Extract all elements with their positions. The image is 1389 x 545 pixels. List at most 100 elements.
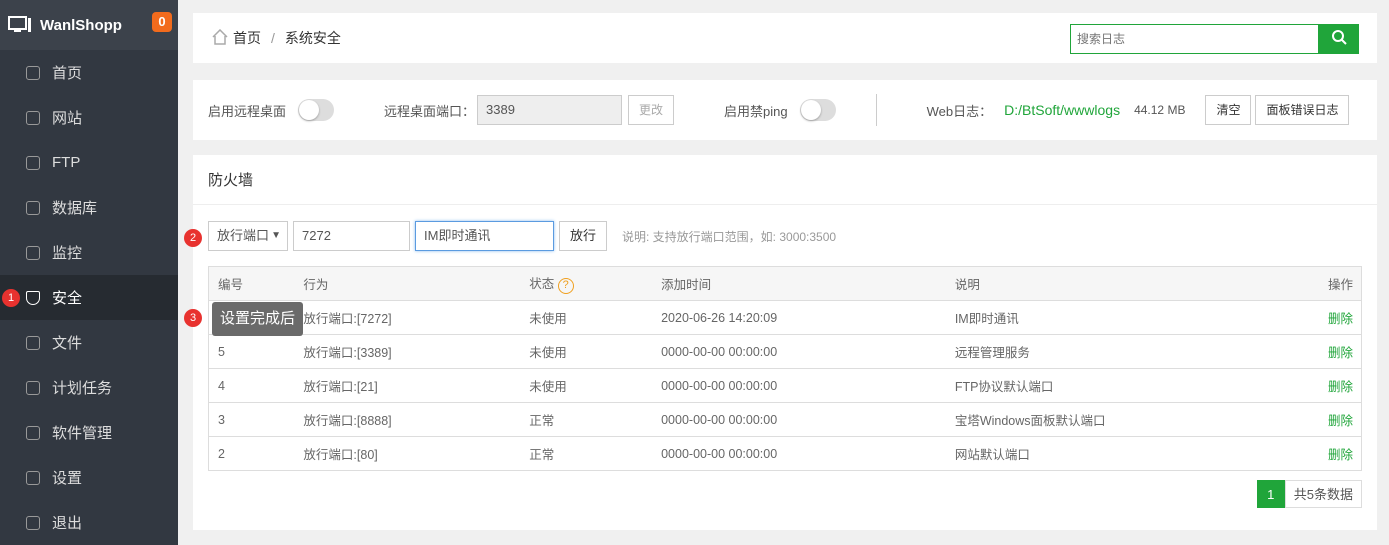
- table-row: 2 放行端口:[80] 正常 0000-00-00 00:00:00 网站默认端口 删除: [208, 436, 1362, 471]
- table-row: 4 放行端口:[21] 未使用 0000-00-00 00:00:00 FTP协议默认端…: [208, 368, 1362, 403]
- ping-toggle[interactable]: [799, 99, 836, 121]
- firewall-table: 编号 行为 状态 ? 添加时间 说明 操作 6放行端口:[7272]未使用2020-06-…: [208, 266, 1362, 471]
- globe-icon: [26, 110, 40, 125]
- remote-desktop-label: 启用远程桌面: [208, 103, 287, 119]
- table-cell: 0000-00-00 00:00:00: [652, 368, 946, 403]
- sidebar-item-label: 设置: [52, 470, 83, 487]
- sidebar-item-label: 软件管理: [52, 425, 113, 442]
- panel-error-log-button[interactable]: 面板错误日志: [1255, 95, 1350, 125]
- table-cell: 放行端口:[7272]: [294, 300, 521, 335]
- table-cell: 放行端口:[21]: [294, 368, 521, 403]
- delete-link[interactable]: 删除: [1305, 436, 1362, 471]
- table-cell: 未使用: [520, 334, 653, 369]
- delete-link[interactable]: 删除: [1305, 402, 1362, 437]
- sidebar-item-label: 数据库: [52, 200, 98, 217]
- monitor-logo-icon: [8, 16, 32, 34]
- remote-desktop-toggle[interactable]: [298, 99, 335, 121]
- grid-icon: [26, 425, 40, 440]
- monitor-icon: [26, 245, 40, 260]
- sidebar-item-label: 网站: [52, 110, 83, 127]
- column-label: 行为: [303, 278, 329, 292]
- table-cell: 2020-06-26 14:20:09: [652, 300, 946, 335]
- column-label: 操作: [1327, 278, 1353, 292]
- breadcrumb-home[interactable]: 首页: [233, 28, 261, 48]
- step-marker-2: 2: [184, 229, 202, 247]
- sidebar-item-label: 监控: [52, 245, 83, 262]
- delete-link[interactable]: 删除: [1305, 300, 1362, 335]
- ping-label: 启用禁ping: [724, 103, 788, 119]
- sidebar-item[interactable]: 设置: [0, 455, 178, 500]
- tooltip: 设置完成后: [212, 302, 304, 336]
- port-input[interactable]: 3389: [477, 95, 623, 125]
- sidebar-item[interactable]: 监控: [0, 230, 178, 275]
- table-cell: 未使用: [520, 300, 653, 335]
- table-cell: 正常: [520, 402, 653, 437]
- database-icon: [26, 200, 40, 215]
- port-label: 远程桌面端口：: [384, 103, 476, 119]
- table-cell: 0000-00-00 00:00:00: [652, 402, 946, 437]
- column-header: 添加时间: [652, 266, 946, 301]
- sidebar-item[interactable]: 退出: [0, 500, 178, 545]
- sidebar-item-label: FTP: [52, 154, 81, 171]
- sidebar-item-label: 首页: [52, 65, 83, 82]
- sidebar-item[interactable]: 首页: [0, 50, 178, 95]
- column-header: 说明: [945, 266, 1306, 301]
- column-label: 添加时间: [661, 278, 712, 292]
- help-icon[interactable]: ?: [557, 278, 574, 294]
- table-cell: 放行端口:[80]: [294, 436, 521, 471]
- shield-icon: [26, 290, 40, 305]
- column-header: 操作: [1305, 266, 1362, 301]
- firewall-card: 防火墙 放行端口 ▼ 7272 IM即时通讯 放行 说明: 支持放行端口范围，如:…: [193, 155, 1377, 530]
- table-cell: 3: [208, 402, 295, 437]
- search-input[interactable]: [1070, 24, 1319, 54]
- table-cell: 宝塔Windows面板默认端口: [945, 402, 1306, 437]
- home-icon: [211, 28, 229, 48]
- remark-field[interactable]: IM即时通讯: [415, 221, 554, 251]
- table-cell: FTP协议默认端口: [945, 368, 1306, 403]
- table-row: 3 放行端口:[8888] 正常 0000-00-00 00:00:00 宝塔Windo…: [208, 402, 1362, 437]
- column-header: 行为: [294, 266, 521, 301]
- sidebar-item[interactable]: 文件: [0, 320, 178, 365]
- table-cell: 5: [208, 334, 295, 369]
- change-port-button[interactable]: 更改: [628, 95, 675, 125]
- sidebar-item-label: 退出: [52, 515, 83, 532]
- table-cell: 放行端口:[8888]: [294, 402, 521, 437]
- pagination: 1 共5条数据: [1256, 480, 1362, 508]
- chevron-down-icon: ▼: [271, 230, 281, 241]
- sidebar-item-label: 文件: [52, 335, 83, 352]
- delete-link[interactable]: 删除: [1305, 334, 1362, 369]
- rule-type-select[interactable]: 放行端口 ▼: [208, 221, 288, 251]
- sidebar-item[interactable]: 安全: [0, 275, 178, 320]
- table-cell: 4: [208, 368, 295, 403]
- table-row: 6放行端口:[7272]未使用2020-06-26 14:20:09IM即时通讯…: [208, 300, 1362, 335]
- rule-type-value: 放行端口: [217, 228, 270, 243]
- sidebar-item-label: 计划任务: [52, 380, 113, 397]
- delete-link[interactable]: 删除: [1305, 368, 1362, 403]
- log-path-link[interactable]: D:/BtSoft/wwwlogs: [1004, 102, 1120, 118]
- table-cell: 远程管理服务: [945, 334, 1306, 369]
- sidebar-item[interactable]: 网站: [0, 95, 178, 140]
- sidebar: WanlShopp 0 首页网站 FTP 数据库监控安全文件计划任务软件管理设置退出: [0, 0, 178, 545]
- breadcrumb-current: 系统安全: [284, 30, 341, 46]
- notification-badge[interactable]: 0: [152, 12, 172, 32]
- sidebar-item[interactable]: 计划任务: [0, 365, 178, 410]
- column-label: 状态: [529, 277, 555, 291]
- table-cell: 0000-00-00 00:00:00: [652, 436, 946, 471]
- port-field[interactable]: 7272: [293, 221, 410, 251]
- home-icon: [26, 65, 40, 80]
- page-1[interactable]: 1: [1256, 480, 1285, 508]
- search-button[interactable]: [1319, 24, 1359, 54]
- log-search: [1070, 24, 1359, 54]
- brand-name: WanlShopp: [40, 16, 122, 34]
- gear-icon: [26, 470, 40, 485]
- divider: [875, 94, 877, 126]
- sidebar-item[interactable]: FTP: [0, 140, 178, 185]
- hint-text: 说明: 支持放行端口范围，如: 3000:3500: [622, 229, 837, 244]
- table-cell: 正常: [520, 436, 653, 471]
- breadcrumb-separator: /: [271, 30, 275, 46]
- clear-log-button[interactable]: 清空: [1205, 95, 1252, 125]
- sidebar-item[interactable]: 数据库: [0, 185, 178, 230]
- log-size: 44.12 MB: [1134, 103, 1186, 117]
- sidebar-item[interactable]: 软件管理: [0, 410, 178, 455]
- allow-button[interactable]: 放行: [559, 221, 608, 251]
